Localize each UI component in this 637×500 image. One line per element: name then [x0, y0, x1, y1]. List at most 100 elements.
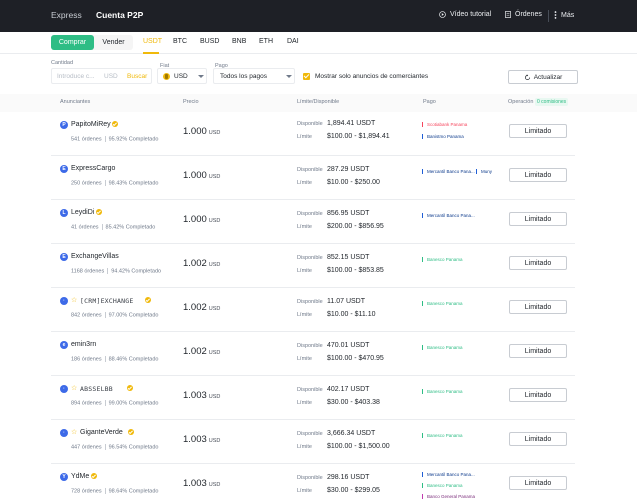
- table-row: E ExpressCargo 250 órdenes 98.43% Complet…: [51, 156, 575, 200]
- avatar: Y: [60, 473, 68, 481]
- header-operation: Operación: [508, 99, 534, 105]
- limit-label: Límite: [297, 444, 312, 450]
- video-tutorial-link[interactable]: Vídeo tutorial: [439, 11, 491, 18]
- header-price: Precio: [183, 99, 199, 105]
- limit-label: Límite: [297, 224, 312, 230]
- avatar: ·: [60, 385, 68, 393]
- limit-label: Límite: [297, 488, 312, 494]
- star-icon: ☆: [71, 385, 78, 392]
- payment-method-tag: Banco General Panama: [422, 494, 475, 499]
- limited-button[interactable]: Limitado: [509, 212, 567, 226]
- advertiser-name[interactable]: ExchangeVillas: [71, 253, 119, 260]
- payment-method-tag: Banesco Panama: [422, 389, 463, 394]
- asset-tab-btc[interactable]: BTC: [173, 38, 187, 45]
- orders-link[interactable]: Órdenes: [505, 11, 542, 18]
- tab-express[interactable]: Express: [51, 10, 82, 20]
- tab-p2p-account[interactable]: Cuenta P2P: [96, 10, 143, 20]
- limited-button[interactable]: Limitado: [509, 124, 567, 138]
- advertiser-stats: 1168 órdenes 94.42% Completado: [71, 268, 162, 275]
- limit-value: $100.00 - $1,500.00: [327, 443, 390, 450]
- limited-button[interactable]: Limitado: [509, 168, 567, 182]
- limited-button[interactable]: Limitado: [509, 300, 567, 314]
- asset-tab-dai[interactable]: DAI: [287, 38, 299, 45]
- limited-button[interactable]: Limitado: [509, 476, 567, 490]
- refresh-label: Actualizar: [533, 73, 563, 81]
- payment-method-tag: Mercantil Banco Pana...: [422, 169, 475, 174]
- payment-select[interactable]: Todos los pagos: [213, 68, 295, 84]
- buy-button[interactable]: Comprar: [51, 35, 94, 50]
- sell-button[interactable]: Vender: [94, 35, 133, 50]
- asset-tab-bnb[interactable]: BNB: [232, 38, 246, 45]
- header-limit: Límite/Disponible: [297, 99, 340, 105]
- orders-label: Órdenes: [515, 11, 542, 18]
- merchant-only-checkbox[interactable]: [303, 73, 310, 80]
- chevron-down-icon: [286, 75, 292, 78]
- refresh-button[interactable]: Actualizar: [508, 70, 578, 84]
- asset-tab-busd[interactable]: BUSD: [200, 38, 219, 45]
- limit-value: $100.00 - $853.85: [327, 267, 384, 274]
- available-label: Disponible: [297, 255, 323, 261]
- fiat-select[interactable]: USD: [157, 68, 207, 84]
- table-row: L LeydiDi 41 órdenes 85.42% Completado 1.…: [51, 200, 575, 244]
- payment-value: Todos los pagos: [220, 73, 267, 80]
- available-label: Disponible: [297, 121, 323, 127]
- advertiser-name[interactable]: ABSSELBB: [80, 385, 113, 393]
- payment-method-tag: Banesco Panama: [422, 257, 463, 262]
- payment-method-tag: Mercantil Banco Pana...: [422, 472, 475, 477]
- payment-method-tag: Banesco Panama: [422, 345, 463, 350]
- available-value: 856.95 USDT: [327, 210, 370, 217]
- payment-method-tag: Banesco Panama: [422, 483, 463, 488]
- advertiser-stats: 894 órdenes 99.00% Completado: [71, 400, 159, 407]
- asset-tab-usdt[interactable]: USDT: [143, 38, 162, 45]
- amount-input[interactable]: Introduce c... USD Buscar: [51, 68, 152, 84]
- avatar: E: [60, 253, 68, 261]
- price: 1.002 USD: [183, 346, 221, 357]
- star-icon: ☆: [71, 429, 78, 436]
- advertiser-name[interactable]: YdMe: [71, 473, 89, 480]
- buy-sell-toggle: Comprar Vender: [51, 35, 133, 50]
- trade-navigation: Comprar Vender USDT BTC BUSD BNB ETH DAI: [0, 32, 637, 54]
- asset-tab-eth[interactable]: ETH: [259, 38, 273, 45]
- chevron-down-icon: [198, 75, 204, 78]
- avatar: L: [60, 209, 68, 217]
- advertiser-stats: 842 órdenes 97.00% Completado: [71, 312, 159, 319]
- more-menu[interactable]: Más: [554, 11, 574, 19]
- zero-fee-badge: 0 comisiones: [535, 98, 569, 106]
- play-circle-icon: [439, 11, 446, 18]
- advertiser-name[interactable]: GiganteVerde: [80, 429, 123, 436]
- verified-icon: [127, 385, 133, 391]
- advertiser-name[interactable]: emin3rn: [71, 341, 96, 348]
- available-label: Disponible: [297, 299, 323, 305]
- search-button[interactable]: Buscar: [127, 73, 147, 80]
- video-tutorial-label: Vídeo tutorial: [450, 11, 492, 18]
- avatar: ·: [60, 429, 68, 437]
- avatar: E: [60, 165, 68, 173]
- available-value: 852.15 USDT: [327, 254, 370, 261]
- advertiser-name[interactable]: ExpressCargo: [71, 165, 115, 172]
- limit-label: Límite: [297, 180, 312, 186]
- payment-method-tag: Scotiabank Panama: [422, 122, 467, 127]
- table-row: · ☆ [CRM]EXCHANGE 842 órdenes 97.00% Comp…: [51, 288, 575, 332]
- merchant-only-label: Mostrar solo anuncios de comerciantes: [315, 73, 429, 80]
- amount-label: Cantidad: [51, 60, 74, 66]
- advertiser-name[interactable]: PapitoMiRey: [71, 121, 111, 128]
- available-value: 3,666.34 USDT: [327, 430, 376, 437]
- usd-coin-icon: [163, 73, 170, 80]
- limited-button[interactable]: Limitado: [509, 344, 567, 358]
- limited-button[interactable]: Limitado: [509, 256, 567, 270]
- table-row: · ☆ ABSSELBB 894 órdenes 99.00% Completad…: [51, 376, 575, 420]
- limited-button[interactable]: Limitado: [509, 432, 567, 446]
- available-label: Disponible: [297, 343, 323, 349]
- available-value: 470.01 USDT: [327, 342, 370, 349]
- advertiser-name[interactable]: [CRM]EXCHANGE: [80, 297, 133, 305]
- available-label: Disponible: [297, 431, 323, 437]
- payment-method-tag: Muny: [476, 169, 492, 174]
- price: 1.000 USD: [183, 170, 221, 181]
- payment-method-tag: Banesco Panama: [422, 301, 463, 306]
- limit-value: $100.00 - $470.95: [327, 355, 384, 362]
- limit-label: Límite: [297, 400, 312, 406]
- limited-button[interactable]: Limitado: [509, 388, 567, 402]
- advertiser-stats: 728 órdenes 98.64% Completado: [71, 488, 159, 495]
- verified-icon: [91, 473, 97, 479]
- advertiser-name[interactable]: LeydiDi: [71, 209, 94, 216]
